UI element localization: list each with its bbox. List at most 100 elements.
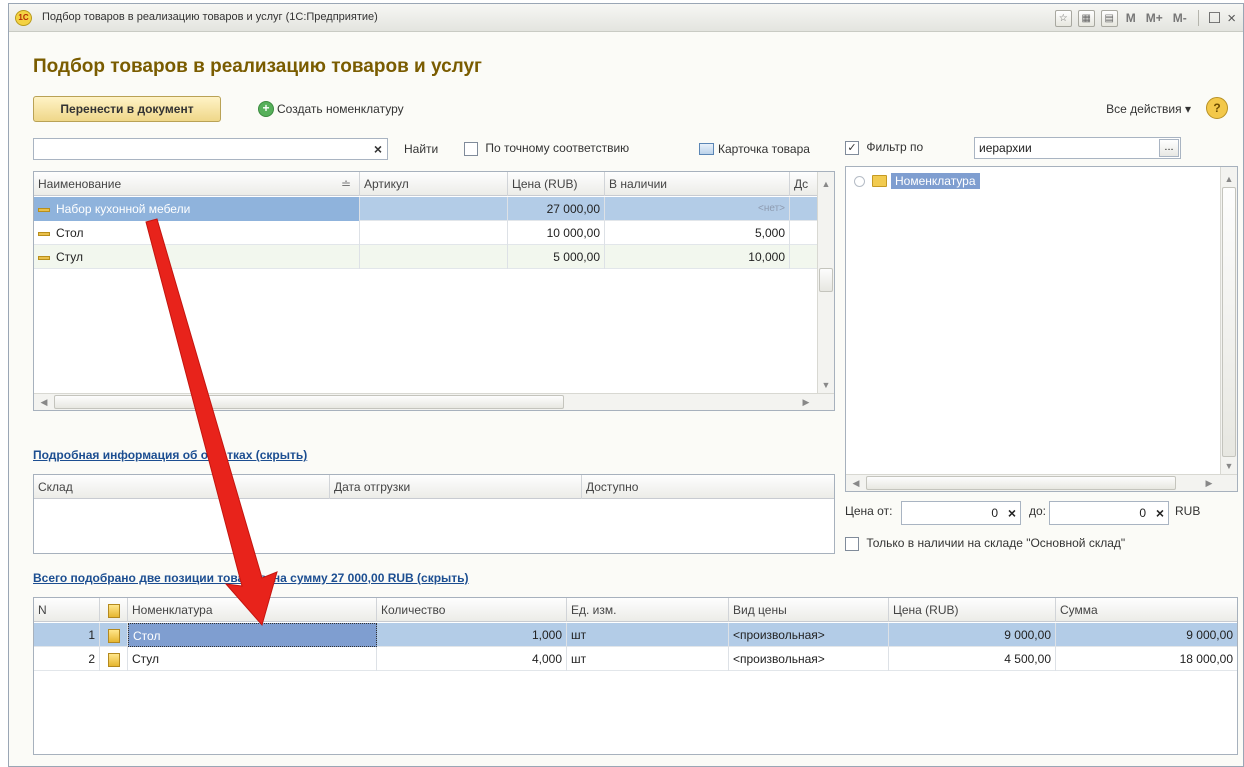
- all-actions-menu[interactable]: Все действия ▾: [1106, 102, 1191, 116]
- col-shipment-date[interactable]: Дата отгрузки: [330, 475, 582, 499]
- title-bar: 1С Подбор товаров в реализацию товаров и…: [9, 4, 1243, 32]
- scroll-right-icon[interactable]: ▶: [798, 394, 814, 410]
- col-icon: [100, 598, 128, 622]
- memory-plus-button[interactable]: M+: [1146, 11, 1163, 25]
- row-unit: шт: [567, 647, 729, 671]
- scroll-up-icon[interactable]: ▲: [1221, 171, 1237, 187]
- price-from-value: 0: [991, 506, 998, 520]
- stock-only-toggle[interactable]: Только в наличии на складе "Основной скл…: [845, 536, 1125, 551]
- calendar-icon[interactable]: ▤: [1100, 9, 1118, 27]
- table-row[interactable]: Набор кухонной мебели 27 000,00 <нет>: [34, 197, 818, 221]
- scroll-right-icon[interactable]: ▶: [1201, 475, 1217, 491]
- col-warehouse[interactable]: Склад: [34, 475, 330, 499]
- tree-horizontal-scrollbar[interactable]: ◀ ▶: [846, 474, 1237, 491]
- row-stock: 5,000: [605, 221, 790, 245]
- tree-root-item[interactable]: Номенклатура: [854, 171, 980, 191]
- tree-vertical-scrollbar[interactable]: ▲ ▼: [1220, 167, 1237, 474]
- nomenclature-tree: Номенклатура ▲ ▼ ◀ ▶: [845, 166, 1238, 492]
- row-icon: [100, 647, 128, 671]
- col-n[interactable]: N: [34, 598, 100, 622]
- create-nomenclature-button[interactable]: + Создать номенклатуру: [258, 99, 404, 119]
- scroll-up-icon[interactable]: ▲: [818, 176, 834, 192]
- memory-minus-button[interactable]: M-: [1173, 11, 1187, 25]
- close-icon[interactable]: ×: [1227, 10, 1236, 27]
- table-row[interactable]: Стол 10 000,00 5,000: [34, 221, 818, 245]
- hierarchy-value: иерархии: [979, 141, 1032, 155]
- col-price[interactable]: Цена (RUB): [508, 172, 605, 196]
- help-icon[interactable]: ?: [1206, 97, 1228, 119]
- exact-match-label: По точному соответствию: [485, 141, 630, 155]
- table-row[interactable]: 1 Стол 1,000 шт <произвольная> 9 000,00 …: [34, 623, 1237, 647]
- all-actions-label: Все действия: [1106, 102, 1182, 116]
- clear-icon[interactable]: ×: [374, 141, 382, 157]
- row-n: 2: [34, 647, 100, 671]
- scroll-thumb[interactable]: [866, 476, 1176, 490]
- col-unit[interactable]: Ед. изм.: [567, 598, 729, 622]
- col-extra[interactable]: Дс: [790, 172, 818, 196]
- transfer-to-document-button[interactable]: Перенести в документ: [33, 96, 221, 122]
- col-available[interactable]: Доступно: [582, 475, 834, 499]
- clear-icon[interactable]: ×: [1008, 502, 1016, 524]
- search-input[interactable]: ×: [33, 138, 388, 160]
- col-name-label: Наименование: [38, 177, 122, 191]
- col-price[interactable]: Цена (RUB): [889, 598, 1056, 622]
- products-vertical-scrollbar[interactable]: ▲ ▼: [817, 172, 834, 393]
- item-icon: [38, 255, 50, 260]
- radio-icon[interactable]: [854, 175, 865, 187]
- scroll-thumb[interactable]: [1222, 187, 1236, 457]
- stock-only-checkbox[interactable]: [845, 536, 859, 551]
- col-name[interactable]: Наименование ≐: [34, 172, 360, 196]
- stock-details-link[interactable]: Подробная информация об остатках (скрыть…: [33, 448, 307, 462]
- document-icon: [107, 628, 120, 643]
- choose-button[interactable]: ...: [1159, 139, 1179, 157]
- row-name: Стул: [128, 647, 377, 671]
- clear-icon[interactable]: ×: [1156, 502, 1164, 524]
- filter-toggle[interactable]: ✓ Фильтр по: [845, 140, 923, 155]
- maximize-icon[interactable]: ☐: [1208, 10, 1221, 27]
- products-horizontal-scrollbar[interactable]: ◀ ▶: [34, 393, 834, 410]
- products-table: Наименование ≐ Артикул Цена (RUB) В нали…: [33, 171, 835, 411]
- exact-match-checkbox[interactable]: [464, 141, 478, 156]
- scroll-thumb[interactable]: [819, 268, 833, 292]
- row-sum: 9 000,00: [1186, 628, 1233, 642]
- col-article[interactable]: Артикул: [360, 172, 508, 196]
- col-quantity[interactable]: Количество: [377, 598, 567, 622]
- page-title: Подбор товаров в реализацию товаров и ус…: [33, 56, 482, 77]
- item-icon: [38, 231, 50, 236]
- col-price-type[interactable]: Вид цены: [729, 598, 889, 622]
- row-price: 5 000,00: [508, 245, 605, 269]
- selected-table: N Номенклатура Количество Ед. изм. Вид ц…: [33, 597, 1238, 755]
- plus-icon: +: [258, 101, 274, 117]
- row-quantity: 1,000: [377, 623, 567, 647]
- hierarchy-field[interactable]: иерархии ...: [974, 137, 1181, 159]
- favorites-icon[interactable]: ☆: [1054, 9, 1072, 27]
- calculator-icon[interactable]: ▦: [1077, 9, 1095, 27]
- selected-summary-link[interactable]: Всего подобрано две позиции товаров, на …: [33, 571, 469, 585]
- col-nomenclature[interactable]: Номенклатура: [128, 598, 377, 622]
- price-to-label: до:: [1029, 504, 1047, 518]
- filter-checkbox[interactable]: ✓: [845, 140, 859, 155]
- row-price-type: <произвольная>: [729, 623, 889, 647]
- col-sum[interactable]: Сумма: [1056, 598, 1237, 622]
- row-unit: шт: [567, 623, 729, 647]
- product-card-button[interactable]: Карточка товара: [699, 142, 810, 156]
- card-icon: [699, 143, 714, 155]
- scroll-down-icon[interactable]: ▼: [818, 377, 834, 393]
- sort-icon: ≐: [340, 177, 351, 191]
- scroll-left-icon[interactable]: ◀: [848, 475, 864, 491]
- scroll-left-icon[interactable]: ◀: [36, 394, 52, 410]
- row-price: 27 000,00: [508, 197, 605, 221]
- scroll-thumb[interactable]: [54, 395, 564, 409]
- toolbar-divider: [1197, 10, 1199, 26]
- chevron-down-icon: ▾: [1184, 102, 1191, 116]
- price-from-input[interactable]: 0 ×: [901, 501, 1021, 525]
- memory-m-button[interactable]: M: [1126, 11, 1136, 25]
- stock-table: Склад Дата отгрузки Доступно: [33, 474, 835, 554]
- find-button[interactable]: Найти: [404, 142, 438, 156]
- scroll-down-icon[interactable]: ▼: [1221, 458, 1237, 474]
- exact-match-toggle[interactable]: По точному соответствию: [464, 141, 629, 156]
- col-stock[interactable]: В наличии: [605, 172, 790, 196]
- table-row[interactable]: Стул 5 000,00 10,000: [34, 245, 818, 269]
- table-row[interactable]: 2 Стул 4,000 шт <произвольная> 4 500,00 …: [34, 647, 1237, 671]
- price-to-input[interactable]: 0 ×: [1049, 501, 1169, 525]
